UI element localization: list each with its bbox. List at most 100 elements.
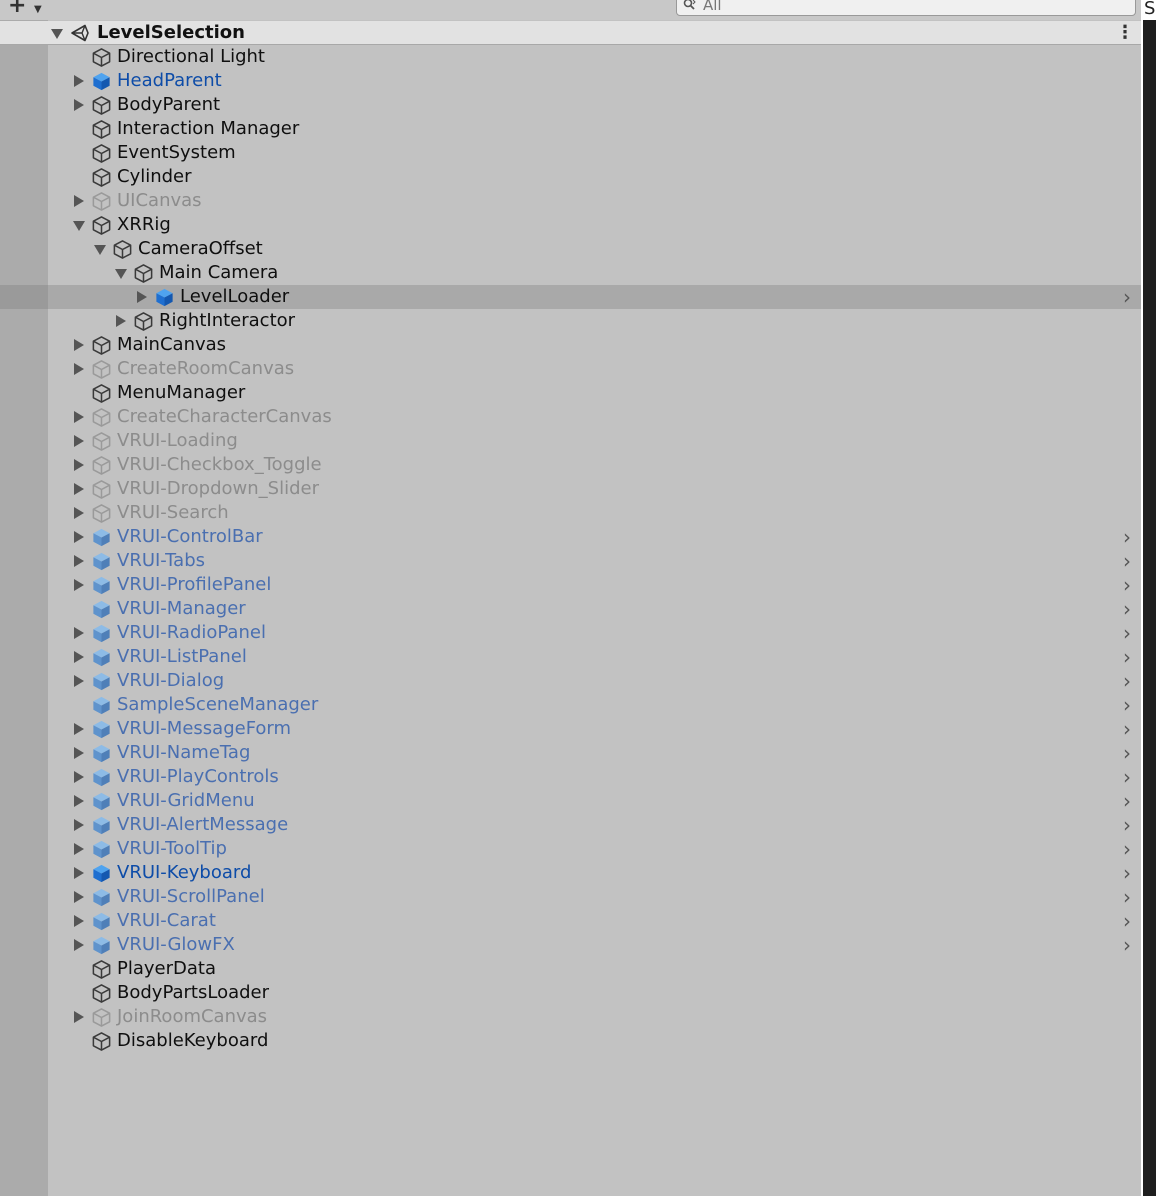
expand-arrow-right-icon[interactable] [74,483,84,495]
prefab-open-chevron-icon[interactable]: › [1123,933,1131,957]
prefab-open-chevron-icon[interactable]: › [1123,741,1131,765]
expand-arrow-right-icon[interactable] [74,795,84,807]
expand-arrow-right-icon[interactable] [74,651,84,663]
expand-arrow-right-icon[interactable] [74,435,84,447]
scene-expand-arrow-icon[interactable] [51,27,63,39]
expand-arrow-right-icon[interactable] [74,531,84,543]
hierarchy-row[interactable]: VRUI-Manager › [0,597,1141,621]
hierarchy-row[interactable]: VRUI-MessageForm › [0,717,1141,741]
scene-menu-icon[interactable]: ⋮ [1116,22,1134,43]
hierarchy-row-label: VRUI-ListPanel [117,646,247,667]
hierarchy-row[interactable]: VRUI-Search [0,501,1141,525]
hierarchy-row[interactable]: VRUI-RadioPanel › [0,621,1141,645]
hierarchy-row[interactable]: VRUI-Checkbox_Toggle [0,453,1141,477]
hierarchy-row[interactable]: CreateRoomCanvas [0,357,1141,381]
hierarchy-row[interactable]: MenuManager [0,381,1141,405]
expand-arrow-right-icon[interactable] [74,339,84,351]
prefab-open-chevron-icon[interactable]: › [1123,693,1131,717]
hierarchy-row[interactable]: Main Camera [0,261,1141,285]
hierarchy-row[interactable]: BodyParent [0,93,1141,117]
hierarchy-row[interactable]: CreateCharacterCanvas [0,405,1141,429]
expand-arrow-right-icon[interactable] [74,627,84,639]
expand-arrow-right-icon[interactable] [74,363,84,375]
prefab-open-chevron-icon[interactable]: › [1123,549,1131,573]
prefab-open-chevron-icon[interactable]: › [1123,909,1131,933]
expand-arrow-right-icon[interactable] [74,75,84,87]
expand-arrow-right-icon[interactable] [74,507,84,519]
expand-arrow-right-icon[interactable] [74,99,84,111]
create-dropdown-button[interactable]: + ▼ [8,0,48,17]
search-input[interactable] [703,0,1103,13]
hierarchy-row[interactable]: EventSystem [0,141,1141,165]
prefab-open-chevron-icon[interactable]: › [1123,645,1131,669]
expand-arrow-right-icon[interactable] [74,867,84,879]
search-box[interactable] [676,0,1136,16]
hierarchy-row[interactable]: LevelLoader › [0,285,1141,309]
expand-arrow-right-icon[interactable] [74,747,84,759]
prefab-open-chevron-icon[interactable]: › [1123,525,1131,549]
hierarchy-row[interactable]: VRUI-ScrollPanel › [0,885,1141,909]
expand-arrow-right-icon[interactable] [74,675,84,687]
hierarchy-row[interactable]: VRUI-ControlBar › [0,525,1141,549]
hierarchy-row[interactable]: Directional Light [0,45,1141,69]
expand-arrow-right-icon[interactable] [74,579,84,591]
hierarchy-row[interactable]: VRUI-NameTag › [0,741,1141,765]
expand-arrow-right-icon[interactable] [74,771,84,783]
expand-arrow-right-icon[interactable] [74,819,84,831]
hierarchy-row[interactable]: VRUI-Carat › [0,909,1141,933]
hierarchy-row[interactable]: Cylinder [0,165,1141,189]
prefab-open-chevron-icon[interactable]: › [1123,285,1131,309]
hierarchy-row[interactable]: SampleSceneManager › [0,693,1141,717]
hierarchy-row[interactable]: RightInteractor [0,309,1141,333]
scene-header[interactable]: LevelSelection ⋮ [0,21,1141,45]
expand-arrow-right-icon[interactable] [74,459,84,471]
expand-arrow-down-icon[interactable] [115,267,127,279]
prefab-open-chevron-icon[interactable]: › [1123,789,1131,813]
hierarchy-row[interactable]: VRUI-Tabs › [0,549,1141,573]
hierarchy-row[interactable]: VRUI-ListPanel › [0,645,1141,669]
hierarchy-row[interactable]: BodyPartsLoader [0,981,1141,1005]
prefab-open-chevron-icon[interactable]: › [1123,597,1131,621]
hierarchy-row[interactable]: PlayerData [0,957,1141,981]
hierarchy-row[interactable]: VRUI-PlayControls › [0,765,1141,789]
prefab-open-chevron-icon[interactable]: › [1123,669,1131,693]
expand-arrow-right-icon[interactable] [74,555,84,567]
hierarchy-row[interactable]: VRUI-GridMenu › [0,789,1141,813]
hierarchy-row[interactable]: JoinRoomCanvas [0,1005,1141,1029]
expand-arrow-right-icon[interactable] [74,195,84,207]
hierarchy-row[interactable]: HeadParent [0,69,1141,93]
prefab-open-chevron-icon[interactable]: › [1123,861,1131,885]
expand-arrow-right-icon[interactable] [74,411,84,423]
hierarchy-row[interactable]: VRUI-ProfilePanel › [0,573,1141,597]
hierarchy-row[interactable]: CameraOffset [0,237,1141,261]
hierarchy-row[interactable]: VRUI-ToolTip › [0,837,1141,861]
prefab-open-chevron-icon[interactable]: › [1123,717,1131,741]
prefab-open-chevron-icon[interactable]: › [1123,765,1131,789]
expand-arrow-right-icon[interactable] [74,891,84,903]
hierarchy-row[interactable]: DisableKeyboard [0,1029,1141,1053]
hierarchy-row[interactable]: VRUI-Loading [0,429,1141,453]
prefab-open-chevron-icon[interactable]: › [1123,813,1131,837]
prefab-open-chevron-icon[interactable]: › [1123,573,1131,597]
hierarchy-row[interactable]: UICanvas [0,189,1141,213]
expand-arrow-right-icon[interactable] [74,843,84,855]
hierarchy-row[interactable]: VRUI-Keyboard › [0,861,1141,885]
hierarchy-row[interactable]: Interaction Manager [0,117,1141,141]
prefab-open-chevron-icon[interactable]: › [1123,837,1131,861]
prefab-open-chevron-icon[interactable]: › [1123,885,1131,909]
hierarchy-row[interactable]: VRUI-Dropdown_Slider [0,477,1141,501]
expand-arrow-right-icon[interactable] [74,939,84,951]
expand-arrow-down-icon[interactable] [73,219,85,231]
prefab-open-chevron-icon[interactable]: › [1123,621,1131,645]
expand-arrow-right-icon[interactable] [74,915,84,927]
expand-arrow-right-icon[interactable] [137,291,147,303]
hierarchy-row[interactable]: VRUI-GlowFX › [0,933,1141,957]
hierarchy-row[interactable]: VRUI-AlertMessage › [0,813,1141,837]
hierarchy-row[interactable]: MainCanvas [0,333,1141,357]
hierarchy-row[interactable]: XRRig [0,213,1141,237]
hierarchy-row[interactable]: VRUI-Dialog › [0,669,1141,693]
expand-arrow-right-icon[interactable] [74,1011,84,1023]
expand-arrow-right-icon[interactable] [74,723,84,735]
expand-arrow-right-icon[interactable] [116,315,126,327]
expand-arrow-down-icon[interactable] [94,243,106,255]
